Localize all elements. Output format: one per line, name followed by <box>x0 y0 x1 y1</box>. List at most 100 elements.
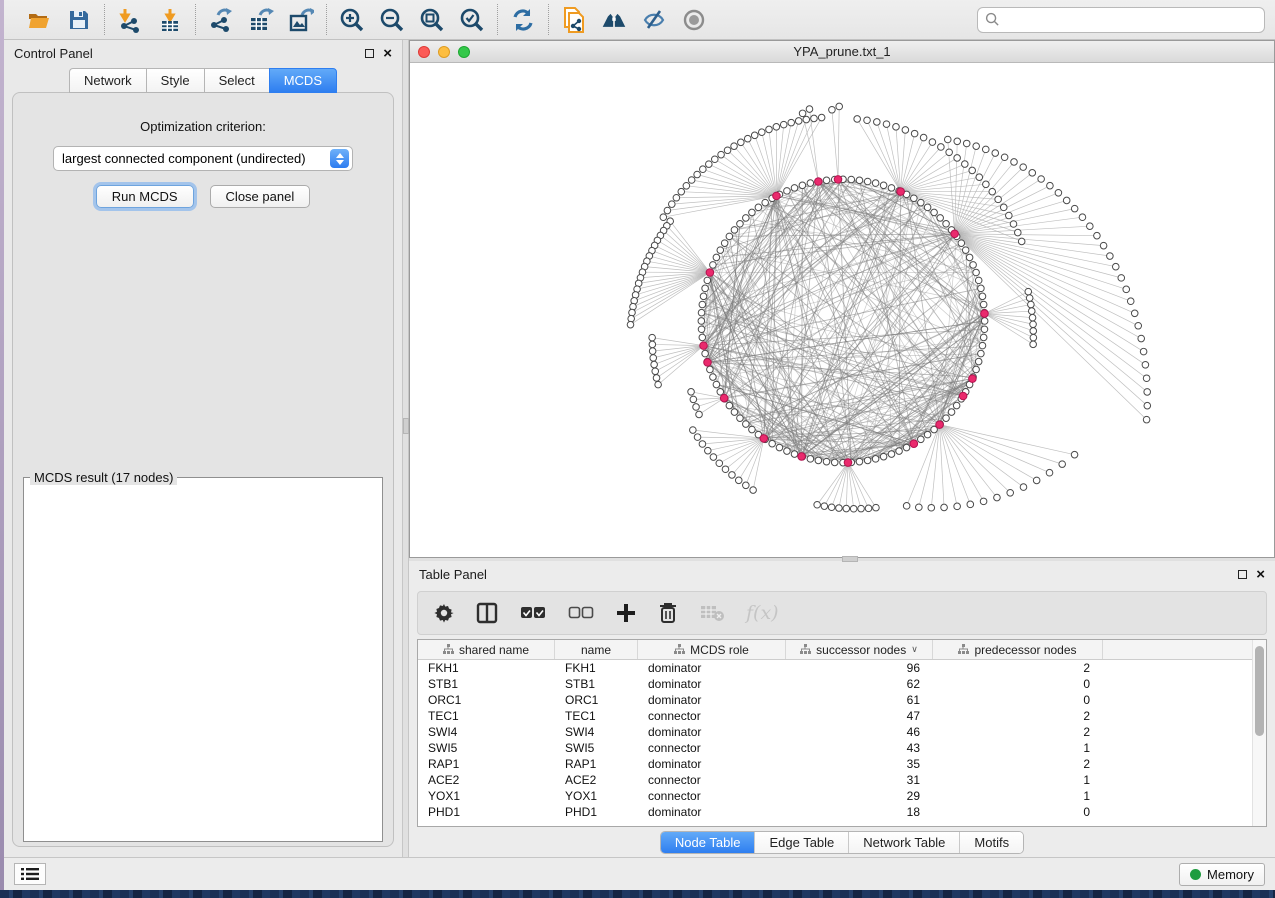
column-header-predecessor-nodes[interactable]: predecessor nodes <box>933 640 1103 659</box>
network-node[interactable] <box>1047 182 1054 189</box>
network-node[interactable] <box>1118 275 1125 282</box>
save-session-icon[interactable] <box>66 7 92 33</box>
column-header-shared-name[interactable]: shared name <box>418 640 555 659</box>
network-node[interactable] <box>941 504 948 511</box>
network-node[interactable] <box>713 381 720 388</box>
network-node[interactable] <box>729 472 736 479</box>
network-node-selected[interactable] <box>969 375 977 383</box>
network-node[interactable] <box>975 358 982 365</box>
network-node[interactable] <box>872 180 879 187</box>
optimization-criterion-select[interactable]: largest connected component (undirected) <box>53 146 353 171</box>
network-node[interactable] <box>713 254 720 261</box>
tab-node-table[interactable]: Node Table <box>661 832 755 853</box>
network-node[interactable] <box>724 147 731 154</box>
network-node[interactable] <box>726 233 733 240</box>
mcds-result-item[interactable]: PHD1 <box>32 489 362 491</box>
network-node[interactable] <box>903 503 910 510</box>
network-node[interactable] <box>1046 469 1053 476</box>
network-node[interactable] <box>799 182 806 189</box>
network-node[interactable] <box>1123 286 1130 293</box>
tab-style[interactable]: Style <box>146 68 204 93</box>
network-node[interactable] <box>880 182 887 189</box>
network-node[interactable] <box>1112 263 1119 270</box>
network-node-selected[interactable] <box>897 188 905 196</box>
network-node[interactable] <box>698 309 705 316</box>
network-node[interactable] <box>678 188 685 195</box>
zoom-fit-icon[interactable] <box>419 7 445 33</box>
network-node[interactable] <box>749 426 756 433</box>
network-node[interactable] <box>1030 328 1037 335</box>
network-node[interactable] <box>928 504 935 511</box>
network-node[interactable] <box>888 185 895 192</box>
network-node[interactable] <box>716 460 723 467</box>
network-node[interactable] <box>737 221 744 228</box>
vertical-splitter[interactable] <box>402 40 409 857</box>
network-node[interactable] <box>1030 321 1037 328</box>
network-node[interactable] <box>1007 489 1014 496</box>
network-node[interactable] <box>688 389 695 396</box>
table-row[interactable]: TEC1TEC1connector472 <box>418 708 1252 724</box>
table-row[interactable]: FKH1FKH1dominator962 <box>418 660 1252 676</box>
network-node[interactable] <box>1094 232 1101 239</box>
network-node[interactable] <box>1006 212 1013 219</box>
import-network-icon[interactable] <box>117 7 143 33</box>
network-node[interactable] <box>1143 375 1150 382</box>
network-node[interactable] <box>911 130 918 137</box>
network-node[interactable] <box>823 177 830 184</box>
network-node[interactable] <box>896 448 903 455</box>
network-node[interactable] <box>799 110 806 117</box>
network-node[interactable] <box>699 334 706 341</box>
network-node[interactable] <box>1100 242 1107 249</box>
network-node-selected[interactable] <box>951 230 959 238</box>
network-node[interactable] <box>731 227 738 234</box>
open-file-icon[interactable] <box>26 7 52 33</box>
close-panel-icon[interactable]: × <box>383 49 392 58</box>
network-node[interactable] <box>1033 477 1040 484</box>
network-node-selected[interactable] <box>704 359 712 367</box>
network-node[interactable] <box>1028 301 1035 308</box>
network-node[interactable] <box>669 201 676 208</box>
float-panel-icon[interactable] <box>365 49 374 58</box>
network-node-selected[interactable] <box>936 421 944 429</box>
network-node[interactable] <box>673 194 680 201</box>
network-node[interactable] <box>958 240 965 247</box>
network-node[interactable] <box>850 505 857 512</box>
network-node[interactable] <box>967 501 974 508</box>
network-node[interactable] <box>683 182 690 189</box>
network-node[interactable] <box>982 146 989 153</box>
network-node[interactable] <box>1142 361 1149 368</box>
table-scrollbar-thumb[interactable] <box>1255 646 1264 736</box>
network-node[interactable] <box>943 415 950 422</box>
network-node[interactable] <box>1030 341 1037 348</box>
network-node[interactable] <box>1001 154 1008 161</box>
network-node[interactable] <box>1020 164 1027 171</box>
network-node[interactable] <box>918 199 925 206</box>
network-node[interactable] <box>795 118 802 125</box>
network-node[interactable] <box>836 505 843 512</box>
network-node[interactable] <box>823 458 830 465</box>
network-node[interactable] <box>943 221 950 228</box>
network-node[interactable] <box>1015 229 1022 236</box>
network-node[interactable] <box>873 504 880 511</box>
network-node[interactable] <box>980 301 987 308</box>
network-node[interactable] <box>981 318 988 325</box>
table-row[interactable]: SWI5SWI5connector431 <box>418 740 1252 756</box>
zoom-selected-icon[interactable] <box>459 7 485 33</box>
network-node[interactable] <box>973 143 980 150</box>
network-node[interactable] <box>954 138 961 145</box>
export-table-icon[interactable] <box>248 7 274 33</box>
network-node[interactable] <box>979 293 986 300</box>
add-column-icon[interactable] <box>616 603 636 623</box>
network-node[interactable] <box>807 180 814 187</box>
network-node[interactable] <box>780 121 787 128</box>
network-node[interactable] <box>902 127 909 134</box>
network-node[interactable] <box>688 177 695 184</box>
network-node[interactable] <box>1030 334 1037 341</box>
network-node[interactable] <box>963 140 970 147</box>
float-panel-icon[interactable] <box>1238 570 1247 579</box>
splitter-grip[interactable] <box>842 556 858 562</box>
network-node[interactable] <box>1131 310 1138 317</box>
network-node[interactable] <box>706 161 713 168</box>
clone-network-icon[interactable] <box>561 7 587 33</box>
tab-motifs[interactable]: Motifs <box>959 832 1023 853</box>
